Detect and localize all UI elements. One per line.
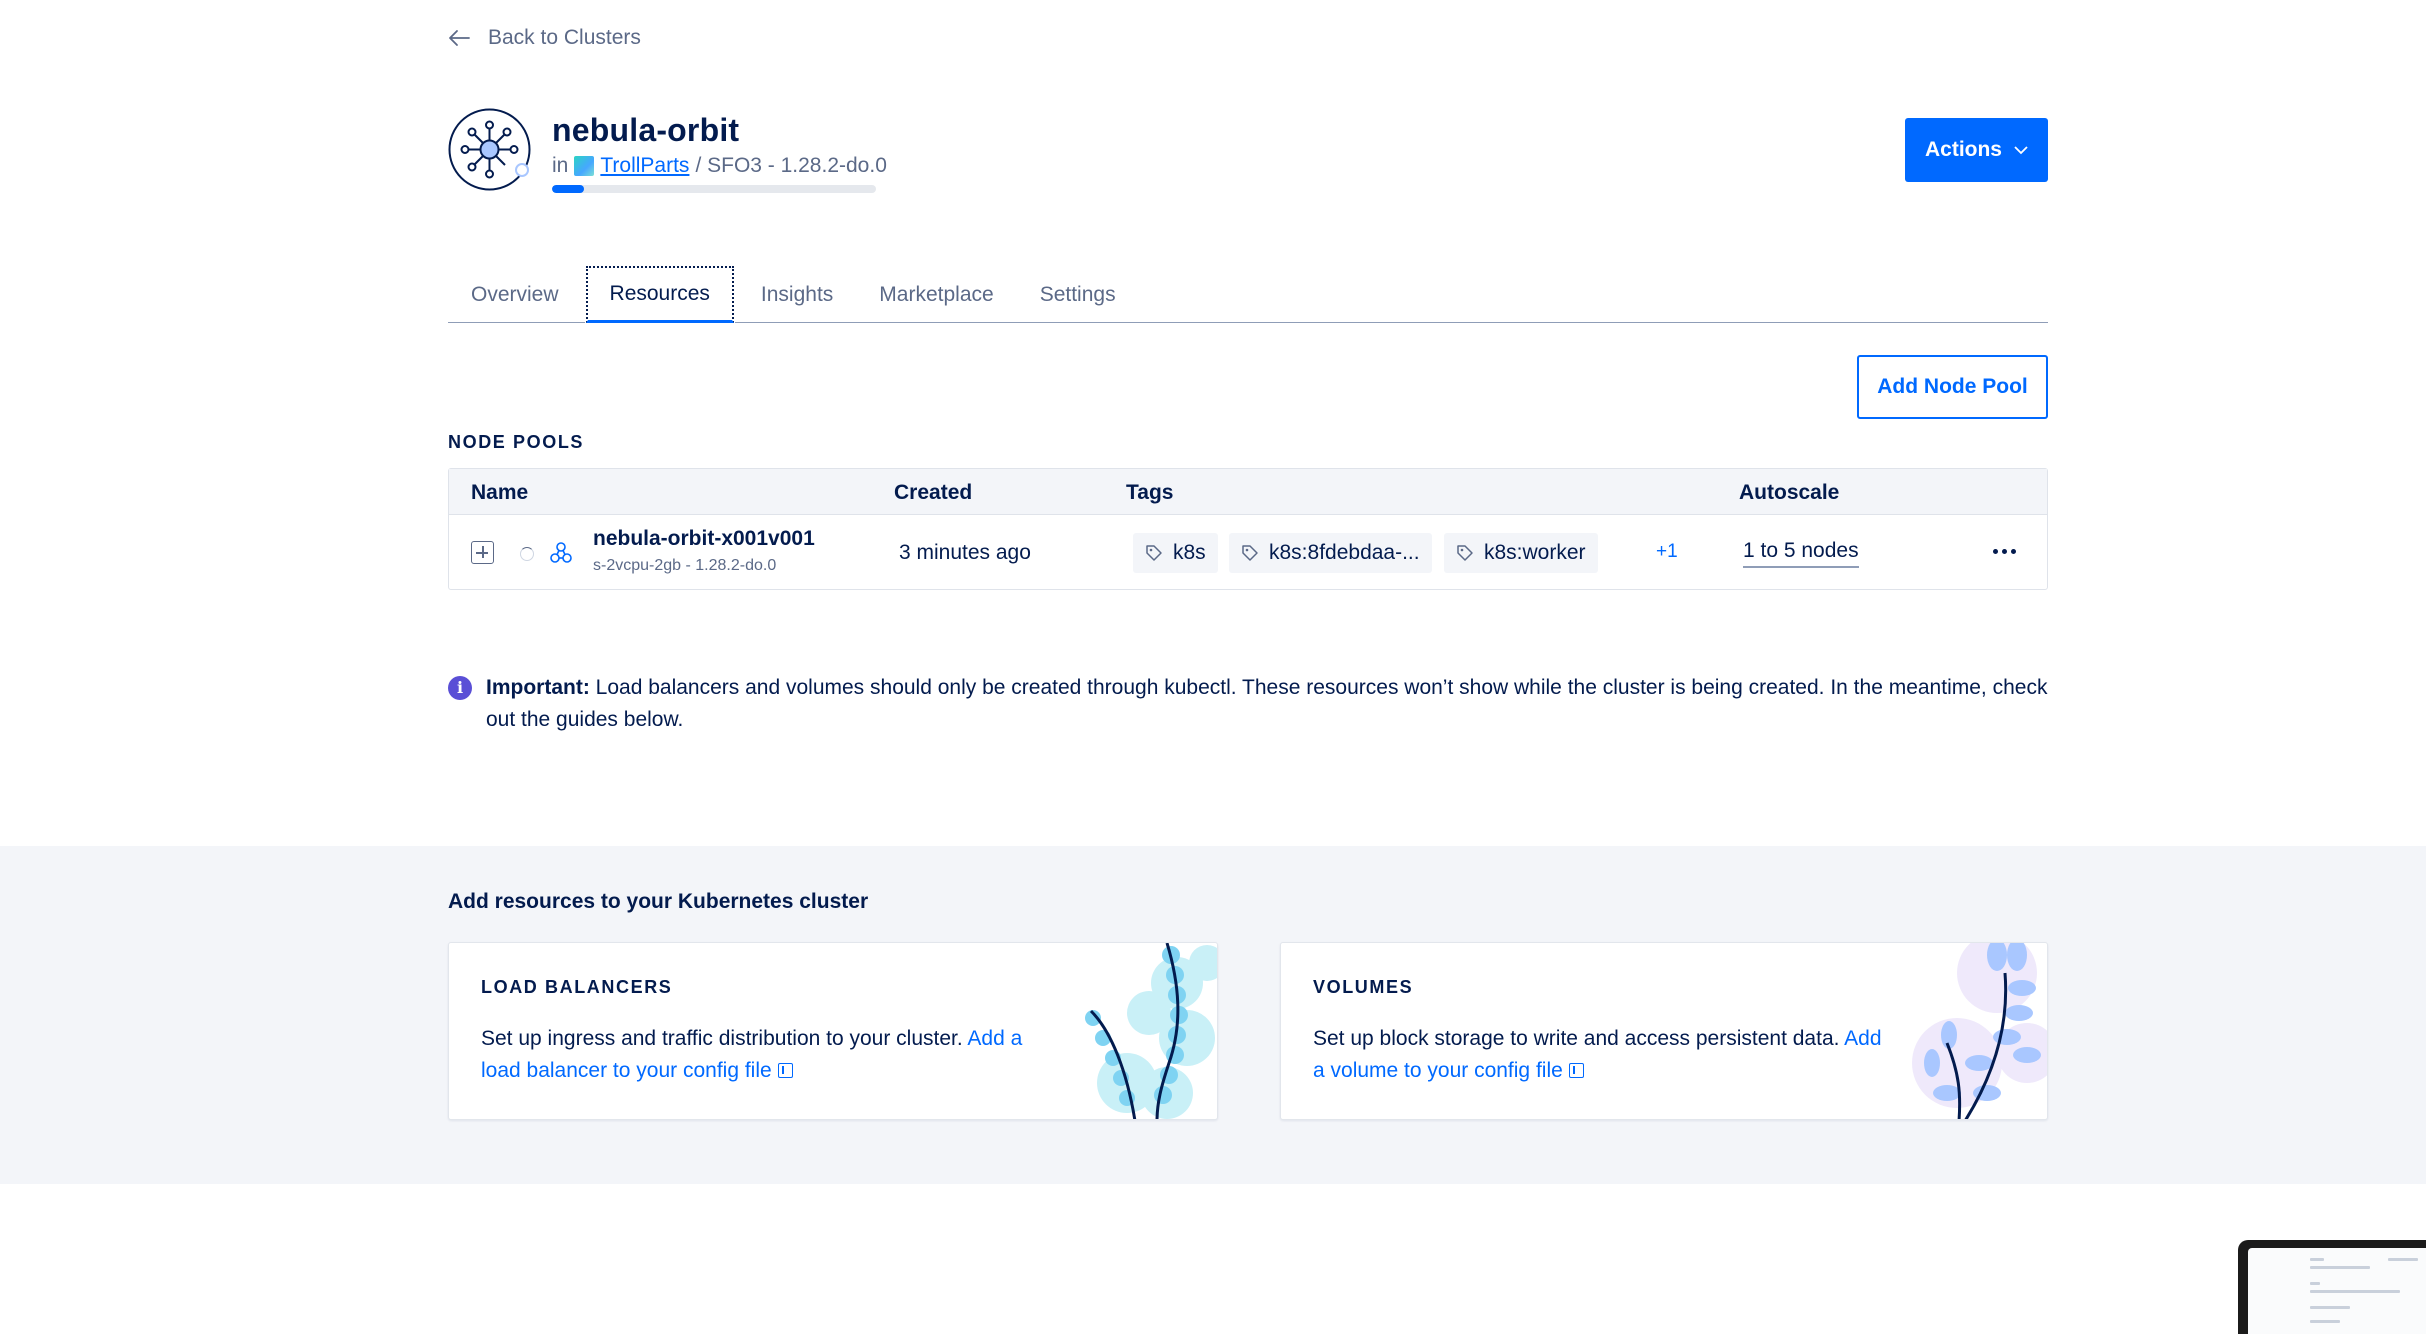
column-autoscale: Autoscale xyxy=(1739,481,1840,504)
load-balancers-text: Set up ingress and traffic distribution … xyxy=(481,1023,1061,1087)
kubernetes-cluster-icon xyxy=(448,108,531,191)
node-pools-table: Name Created Tags Autoscale nebula-orbit… xyxy=(448,468,2048,590)
tag-icon xyxy=(1457,545,1473,561)
tag-chip: k8s:worker xyxy=(1444,533,1598,573)
cluster-tabs: Overview Resources Insights Marketplace … xyxy=(448,265,2048,324)
more-tags-link[interactable]: +1 xyxy=(1656,541,1678,563)
docs-icon xyxy=(777,1063,793,1078)
tag-chip: k8s xyxy=(1133,533,1218,573)
back-to-clusters-link[interactable]: Back to Clusters xyxy=(448,26,641,50)
add-node-pool-button[interactable]: Add Node Pool xyxy=(1857,355,2048,419)
docs-icon xyxy=(1568,1063,1584,1078)
region-version: / SFO3 - 1.28.2-do.0 xyxy=(695,154,887,177)
chevron-down-icon xyxy=(2014,146,2028,155)
provisioning-progress-bar xyxy=(552,185,876,193)
tag-label: k8s:8fdebdaa-... xyxy=(1269,541,1420,564)
table-header: Name Created Tags Autoscale xyxy=(449,469,2047,515)
notice-text: Important: Load balancers and volumes sh… xyxy=(486,672,2048,736)
tab-settings[interactable]: Settings xyxy=(1017,266,1139,323)
node-pool-spec: s-2vcpu-2gb - 1.28.2-do.0 xyxy=(593,557,777,574)
important-notice: i Important: Load balancers and volumes … xyxy=(448,672,2048,736)
tag-label: k8s xyxy=(1173,541,1206,564)
loading-spinner-icon xyxy=(520,547,534,561)
node-pool-name[interactable]: nebula-orbit-x001v001 xyxy=(593,527,815,551)
cluster-name: nebula-orbit xyxy=(552,112,740,148)
actions-label: Actions xyxy=(1924,138,2002,161)
column-tags: Tags xyxy=(1126,481,1174,504)
actions-button[interactable]: Actions xyxy=(1905,118,2048,182)
tab-marketplace[interactable]: Marketplace xyxy=(856,266,1016,323)
preview-thumbnail[interactable] xyxy=(2238,1240,2426,1334)
tag-label: k8s:worker xyxy=(1484,541,1586,564)
project-icon xyxy=(574,156,595,176)
column-created[interactable]: Created xyxy=(894,481,972,505)
volumes-card: VOLUMES Set up block storage to write an… xyxy=(1280,942,2048,1120)
more-options-icon[interactable] xyxy=(1989,539,2019,563)
back-label: Back to Clusters xyxy=(488,26,641,49)
tab-insights[interactable]: Insights xyxy=(738,266,856,323)
project-link[interactable]: TrollParts xyxy=(600,154,689,178)
table-row: nebula-orbit-x001v001 s-2vcpu-2gb - 1.28… xyxy=(449,515,2047,589)
tag-icon xyxy=(1146,545,1162,561)
column-name[interactable]: Name xyxy=(471,481,528,505)
cluster-header: nebula-orbit in TrollParts / SFO3 - 1.28… xyxy=(448,108,2048,198)
expand-row-icon[interactable] xyxy=(471,541,494,564)
tab-overview[interactable]: Overview xyxy=(448,266,582,323)
tab-resources[interactable]: Resources xyxy=(584,265,735,324)
cluster-location: in TrollParts / SFO3 - 1.28.2-do.0 xyxy=(552,154,887,178)
volumes-description: Set up block storage to write and access… xyxy=(1313,1027,1840,1050)
notice-strong: Important: xyxy=(486,676,590,699)
arrow-left-icon xyxy=(449,30,470,46)
preview-screen xyxy=(2248,1248,2426,1334)
created-time: 3 minutes ago xyxy=(899,541,1031,564)
progress-fill xyxy=(552,185,585,193)
tag-chip: k8s:8fdebdaa-... xyxy=(1229,533,1432,573)
autoscale-value[interactable]: 1 to 5 nodes xyxy=(1743,539,1859,568)
notice-body: Load balancers and volumes should only b… xyxy=(486,676,2048,731)
load-balancers-heading: LOAD BALANCERS xyxy=(481,977,673,997)
tag-icon xyxy=(1242,545,1258,561)
node-pools-heading: NODE POOLS xyxy=(448,432,585,452)
info-icon: i xyxy=(448,676,472,700)
volumes-text: Set up block storage to write and access… xyxy=(1313,1023,1893,1087)
in-label: in xyxy=(552,154,569,177)
load-balancers-description: Set up ingress and traffic distribution … xyxy=(481,1027,963,1050)
resources-title: Add resources to your Kubernetes cluster xyxy=(448,890,869,913)
flower-illustration xyxy=(1912,943,2047,1119)
load-balancers-card: LOAD BALANCERS Set up ingress and traffi… xyxy=(448,942,1218,1120)
node-pool-icon xyxy=(550,542,572,563)
volumes-heading: VOLUMES xyxy=(1313,977,1414,997)
seaweed-illustration xyxy=(1085,943,1217,1119)
